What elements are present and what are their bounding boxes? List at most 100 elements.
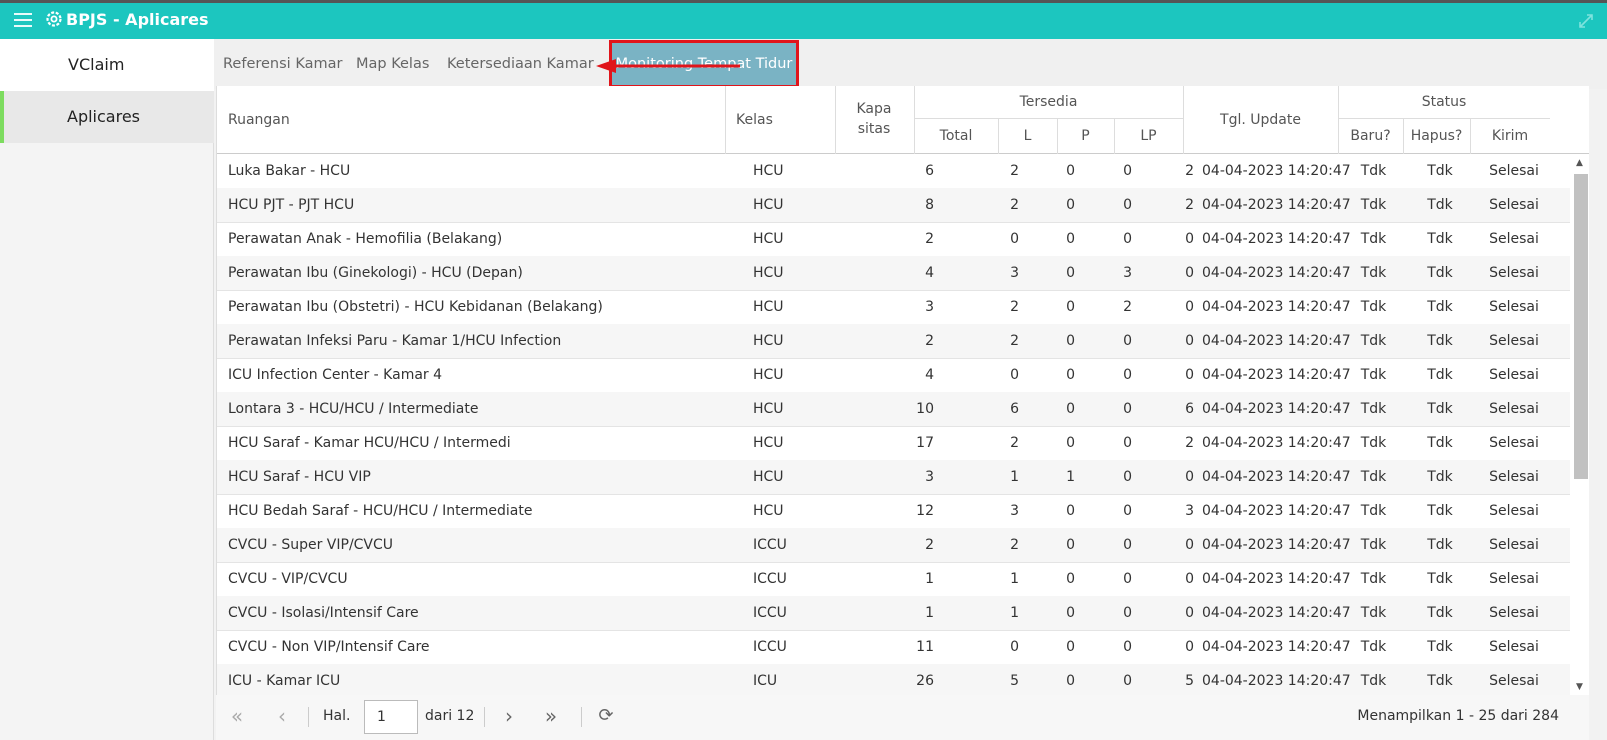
- table-row[interactable]: HCU Saraf - HCU VIP HCU 3 1 1 0 0 04-04-…: [217, 460, 1589, 495]
- cell-lp: 3: [1185, 503, 1194, 519]
- cell-kirim: Selesai: [1489, 401, 1539, 417]
- col-header-kirim[interactable]: Kirim: [1470, 121, 1550, 151]
- col-header-ruangan[interactable]: Ruangan: [217, 86, 725, 154]
- cell-tgl-update: 04-04-2023 14:20:47: [1202, 197, 1351, 213]
- menu-icon[interactable]: [14, 13, 32, 27]
- cell-tgl-update: 04-04-2023 14:20:47: [1202, 435, 1351, 451]
- cell-p: 2: [1123, 299, 1132, 315]
- cell-l: 1: [1066, 469, 1075, 485]
- vertical-scrollbar[interactable]: ▲ ▼: [1570, 154, 1589, 695]
- table-row[interactable]: Luka Bakar - HCU HCU 6 2 0 0 2 04-04-202…: [217, 154, 1589, 189]
- cell-kelas: ICCU: [753, 537, 787, 553]
- cell-hapus: Tdk: [1427, 571, 1453, 587]
- col-header-lp[interactable]: LP: [1114, 121, 1183, 151]
- page-number-input[interactable]: [364, 700, 418, 734]
- last-page-icon[interactable]: »: [540, 706, 562, 728]
- cell-kirim: Selesai: [1489, 571, 1539, 587]
- scrollbar-thumb[interactable]: [1574, 174, 1588, 479]
- cell-kapasitas: 2: [925, 333, 934, 349]
- sidebar-item-vclaim[interactable]: VClaim: [0, 39, 214, 91]
- cell-p: 0: [1123, 503, 1132, 519]
- table-row[interactable]: CVCU - VIP/CVCU ICCU 1 1 0 0 0 04-04-202…: [217, 562, 1589, 597]
- cell-kapasitas: 11: [916, 639, 934, 655]
- table-row[interactable]: Perawatan Infeksi Paru - Kamar 1/HCU Inf…: [217, 324, 1589, 359]
- table-row[interactable]: Lontara 3 - HCU/HCU / Intermediate HCU 1…: [217, 392, 1589, 427]
- tab-referensi-kamar[interactable]: Referensi Kamar: [223, 39, 342, 89]
- cell-kapasitas: 1: [925, 571, 934, 587]
- table-row[interactable]: CVCU - Isolasi/Intensif Care ICCU 1 1 0 …: [217, 596, 1589, 631]
- cell-l: 0: [1066, 571, 1075, 587]
- next-page-icon[interactable]: ›: [498, 706, 520, 728]
- top-bar: BPJS - Aplicares: [0, 0, 1607, 39]
- table-row[interactable]: ICU Infection Center - Kamar 4 HCU 4 0 0…: [217, 358, 1589, 393]
- cell-l: 0: [1066, 639, 1075, 655]
- cell-tgl-update: 04-04-2023 14:20:47: [1202, 605, 1351, 621]
- table-row[interactable]: CVCU - Non VIP/Intensif Care ICCU 11 0 0…: [217, 630, 1589, 665]
- cell-baru: Tdk: [1360, 265, 1387, 281]
- sidebar-item-aplicares[interactable]: Aplicares: [0, 91, 214, 143]
- scroll-up-icon[interactable]: ▲: [1576, 158, 1583, 168]
- cell-lp: 2: [1185, 435, 1194, 451]
- cell-l: 0: [1066, 367, 1075, 383]
- table-row[interactable]: HCU Bedah Saraf - HCU/HCU / Intermediate…: [217, 494, 1589, 529]
- cell-kelas: ICCU: [753, 639, 787, 655]
- table-row[interactable]: Perawatan Ibu (Obstetri) - HCU Kebidanan…: [217, 290, 1589, 325]
- sidebar: VClaim Aplicares: [0, 39, 214, 740]
- cell-kelas: HCU: [753, 333, 784, 349]
- previous-page-icon[interactable]: ‹: [271, 706, 293, 728]
- col-header-kapasitas-line1[interactable]: Kapa: [835, 98, 913, 120]
- scroll-down-icon[interactable]: ▼: [1576, 682, 1583, 692]
- col-header-kelas[interactable]: Kelas: [725, 86, 835, 154]
- cell-lp: 0: [1185, 299, 1194, 315]
- col-header-hapus[interactable]: Hapus?: [1403, 121, 1470, 151]
- cell-tgl-update: 04-04-2023 14:20:47: [1202, 469, 1351, 485]
- cell-baru: Tdk: [1360, 435, 1387, 451]
- cell-baru: Tdk: [1360, 197, 1387, 213]
- cell-l: 0: [1066, 673, 1075, 689]
- cell-l: 0: [1066, 605, 1075, 621]
- sidebar-item-label: VClaim: [68, 55, 125, 74]
- col-header-p[interactable]: P: [1057, 121, 1114, 151]
- col-header-total[interactable]: Total: [914, 121, 998, 151]
- first-page-icon[interactable]: «: [226, 706, 248, 728]
- tab-ketersediaan-kamar[interactable]: Ketersediaan Kamar: [447, 39, 594, 89]
- cell-hapus: Tdk: [1427, 163, 1453, 179]
- cell-hapus: Tdk: [1427, 265, 1453, 281]
- expand-icon[interactable]: [1577, 12, 1595, 30]
- cell-kapasitas: 17: [916, 435, 934, 451]
- cell-kirim: Selesai: [1489, 469, 1539, 485]
- cell-total: 1: [1010, 605, 1019, 621]
- table-row[interactable]: HCU Saraf - Kamar HCU/HCU / Intermedi HC…: [217, 426, 1589, 461]
- table-row[interactable]: Perawatan Ibu (Ginekologi) - HCU (Depan)…: [217, 256, 1589, 291]
- cell-ruangan: CVCU - Non VIP/Intensif Care: [228, 639, 430, 655]
- cell-tgl-update: 04-04-2023 14:20:47: [1202, 571, 1351, 587]
- cell-p: 0: [1123, 435, 1132, 451]
- cell-lp: 0: [1185, 469, 1194, 485]
- cell-baru: Tdk: [1360, 537, 1387, 553]
- table-row[interactable]: ICU - Kamar ICU ICU 26 5 0 0 5 04-04-202…: [217, 664, 1589, 695]
- col-header-tersedia: Tersedia: [1019, 94, 1078, 110]
- cell-kirim: Selesai: [1489, 435, 1539, 451]
- cell-tgl-update: 04-04-2023 14:20:47: [1202, 231, 1351, 247]
- cell-hapus: Tdk: [1427, 673, 1453, 689]
- cell-kelas: ICCU: [753, 571, 787, 587]
- cell-ruangan: Lontara 3 - HCU/HCU / Intermediate: [228, 401, 479, 417]
- divider: [1057, 119, 1058, 154]
- divider: [835, 86, 836, 154]
- col-header-l[interactable]: L: [998, 121, 1057, 151]
- cell-p: 0: [1123, 163, 1132, 179]
- tab-map-kelas[interactable]: Map Kelas: [356, 39, 429, 89]
- col-header-baru[interactable]: Baru?: [1338, 121, 1403, 151]
- cell-baru: Tdk: [1360, 673, 1387, 689]
- refresh-icon[interactable]: ⟳: [595, 706, 617, 728]
- divider: [1403, 119, 1404, 154]
- cell-ruangan: CVCU - VIP/CVCU: [228, 571, 348, 587]
- table-row[interactable]: HCU PJT - PJT HCU HCU 8 2 0 0 2 04-04-20…: [217, 188, 1589, 223]
- table-row[interactable]: CVCU - Super VIP/CVCU ICCU 2 2 0 0 0 04-…: [217, 528, 1589, 563]
- col-header-tgl-update[interactable]: Tgl. Update: [1183, 86, 1338, 154]
- cell-p: 0: [1123, 537, 1132, 553]
- table-row[interactable]: Perawatan Anak - Hemofilia (Belakang) HC…: [217, 222, 1589, 257]
- cell-kapasitas: 10: [916, 401, 934, 417]
- cell-hapus: Tdk: [1427, 605, 1453, 621]
- cell-lp: 2: [1185, 163, 1194, 179]
